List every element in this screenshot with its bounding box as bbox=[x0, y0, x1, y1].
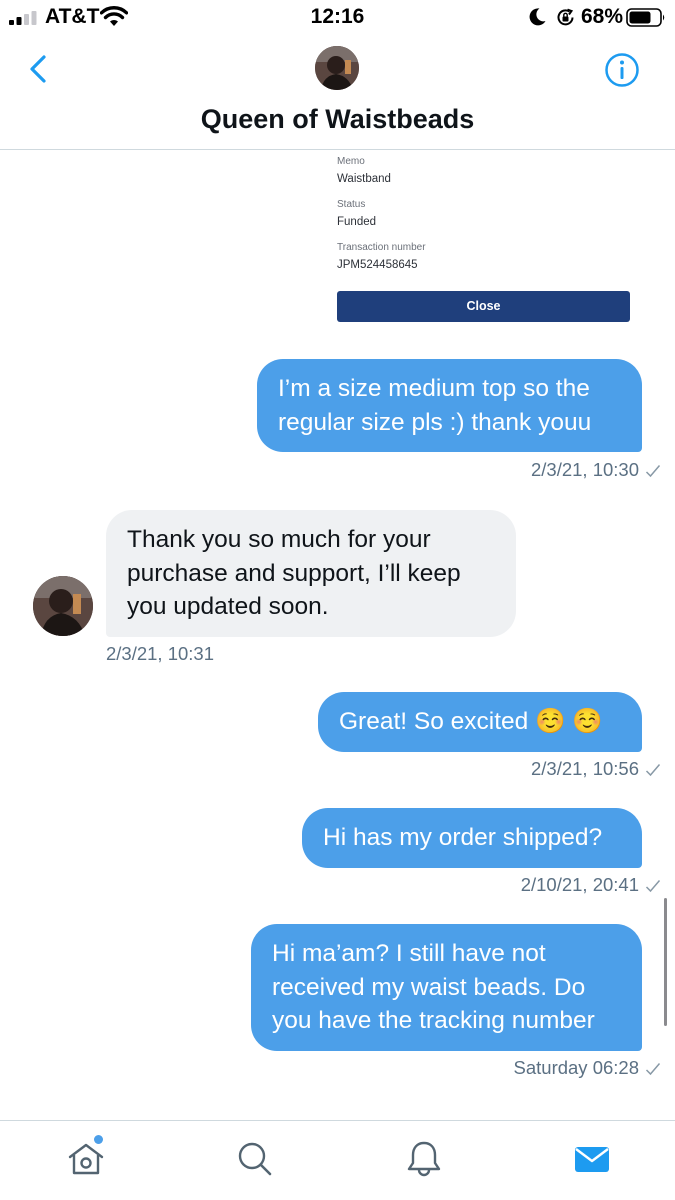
contact-avatar[interactable] bbox=[33, 576, 93, 636]
moon-icon bbox=[529, 8, 546, 26]
status-bar: AT&T 12:16 68% bbox=[0, 0, 675, 36]
memo-label: Memo bbox=[337, 156, 365, 167]
memo-value: Waistband bbox=[337, 173, 391, 185]
tab-bar bbox=[0, 1120, 675, 1200]
status-value: Funded bbox=[337, 216, 377, 228]
close-button[interactable]: Close bbox=[337, 291, 630, 322]
message-timestamp: 2/3/21, 10:56 bbox=[530, 758, 639, 779]
battery-icon bbox=[626, 8, 665, 27]
messages-icon bbox=[575, 1147, 609, 1172]
battery-percent: 68% bbox=[581, 5, 624, 28]
new-content-dot bbox=[94, 1135, 103, 1144]
tab-messages[interactable] bbox=[572, 1139, 612, 1179]
message-bubble-sent[interactable]: Hi ma’am? I still have not received my w… bbox=[251, 924, 642, 1051]
message-bubble-sent[interactable]: Great! So excited ☺️ ☺️ bbox=[318, 692, 642, 752]
message-bubble-received[interactable]: Thank you so much for your purchase and … bbox=[106, 510, 516, 637]
message-bubble-sent[interactable]: Hi has my order shipped? bbox=[302, 808, 642, 868]
contact-avatar[interactable] bbox=[315, 46, 359, 90]
tab-notifications[interactable] bbox=[404, 1139, 444, 1179]
message-timestamp: Saturday 06:28 bbox=[513, 1057, 639, 1078]
transaction-number-value: JPM524458645 bbox=[337, 259, 418, 271]
sent-check-icon bbox=[645, 880, 661, 893]
conversation-title: Queen of Waistbeads bbox=[200, 104, 475, 134]
rotation-lock-icon bbox=[557, 8, 574, 26]
back-button[interactable] bbox=[24, 52, 54, 86]
message-timestamp: 2/3/21, 10:31 bbox=[106, 643, 215, 664]
tab-search[interactable] bbox=[235, 1139, 275, 1179]
sent-check-icon bbox=[645, 1063, 661, 1076]
scroll-indicator[interactable] bbox=[664, 898, 667, 1026]
sent-check-icon bbox=[645, 465, 661, 478]
sent-check-icon bbox=[645, 764, 661, 777]
message-timestamp: 2/3/21, 10:30 bbox=[530, 459, 639, 480]
home-icon bbox=[68, 1143, 104, 1175]
status-label: Status bbox=[337, 199, 366, 210]
info-icon[interactable] bbox=[604, 52, 640, 88]
conversation-header: Queen of Waistbeads bbox=[0, 36, 675, 150]
tab-home[interactable] bbox=[66, 1139, 106, 1179]
transaction-number-label: Transaction number bbox=[337, 242, 426, 253]
message-bubble-sent[interactable]: I’m a size medium top so the regular siz… bbox=[257, 359, 642, 452]
message-timestamp: 2/10/21, 20:41 bbox=[520, 874, 639, 895]
notifications-icon bbox=[407, 1141, 441, 1177]
search-icon bbox=[238, 1142, 272, 1176]
